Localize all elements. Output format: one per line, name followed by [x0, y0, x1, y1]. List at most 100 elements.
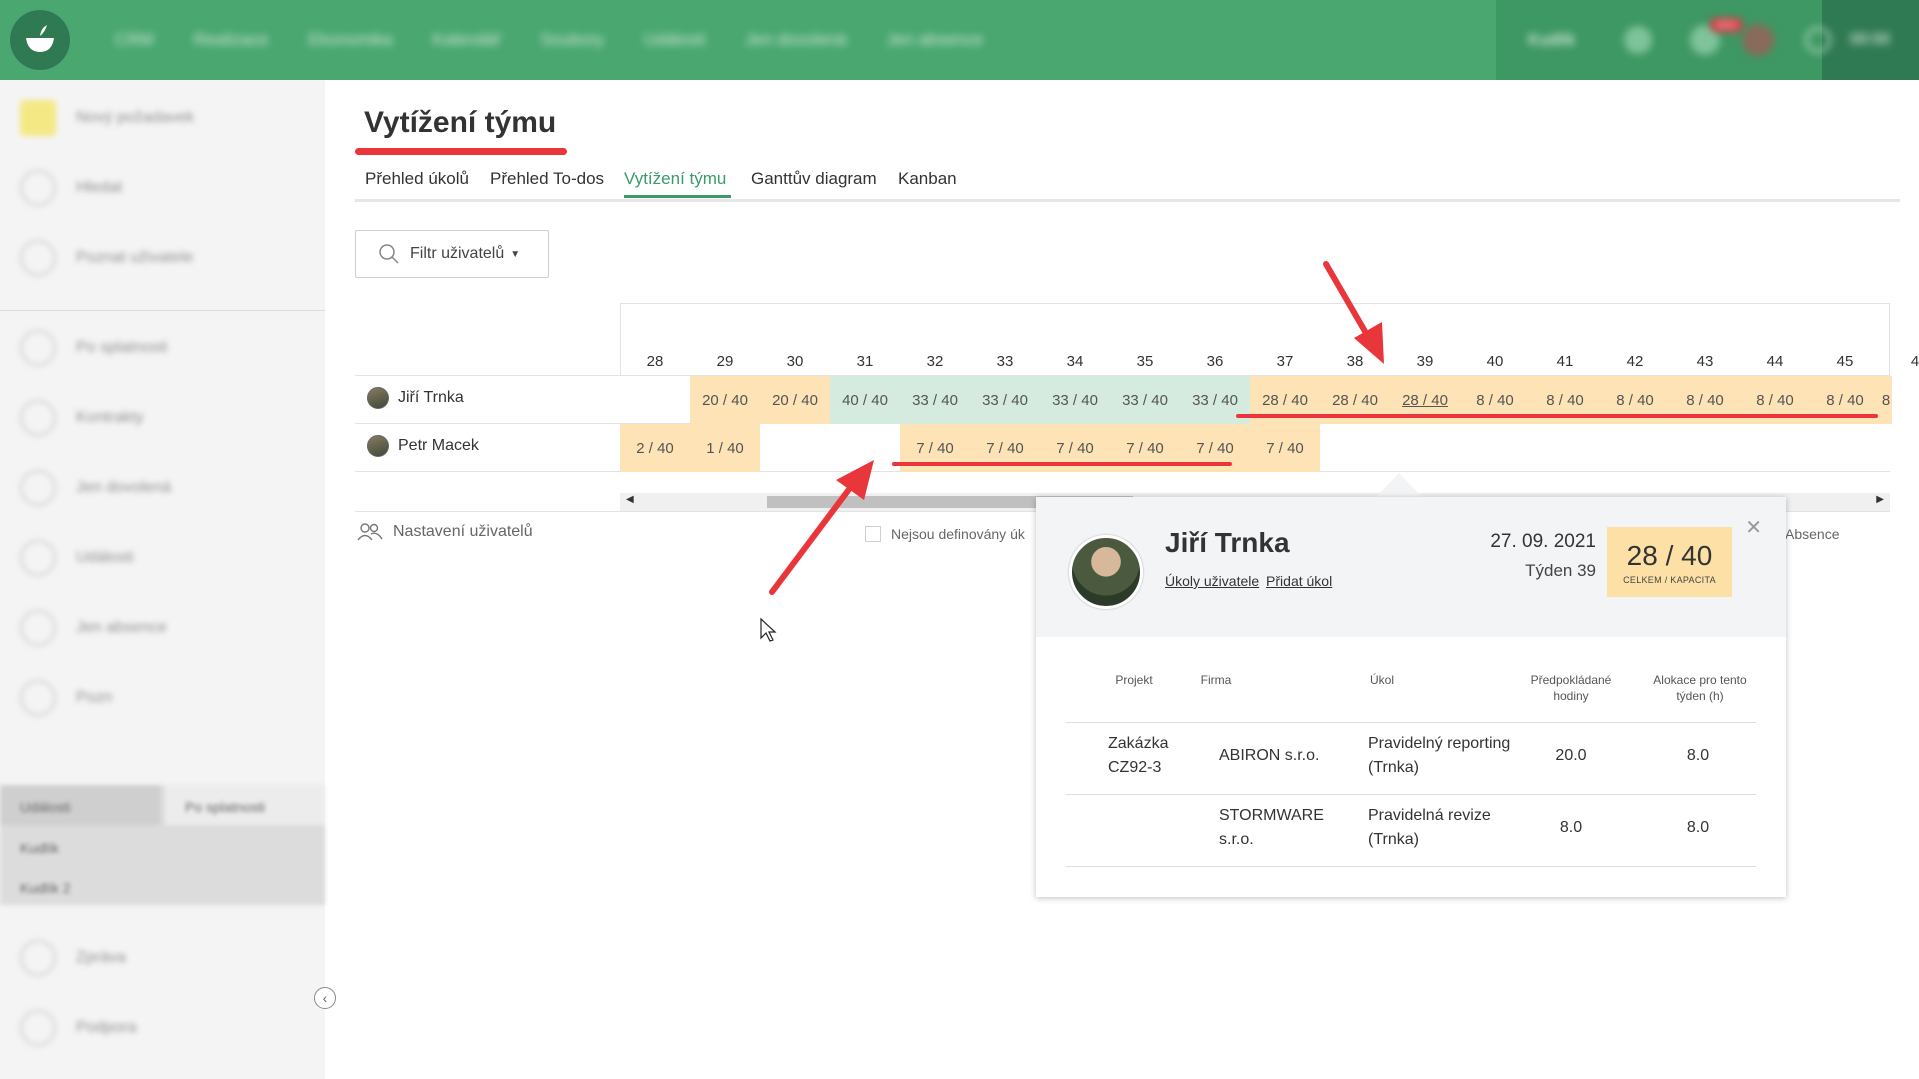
- sidebar-tab-events[interactable]: Události: [0, 785, 160, 825]
- workload-cell[interactable]: 20 / 40: [690, 376, 760, 424]
- workload-cell[interactable]: [1460, 424, 1530, 472]
- notifications-icon[interactable]: NEW: [1690, 0, 1743, 80]
- close-icon[interactable]: ✕: [1745, 515, 1762, 540]
- nav-item-soubory[interactable]: Soubory: [541, 30, 604, 50]
- workload-cell[interactable]: [1390, 424, 1460, 472]
- workload-cell[interactable]: 1 / 40: [690, 424, 760, 472]
- workload-cell[interactable]: 33 / 40: [900, 376, 970, 424]
- collapse-sidebar-button[interactable]: ‹: [314, 987, 336, 1009]
- workload-cell[interactable]: 33 / 40: [1040, 376, 1110, 424]
- nav-item-kalendar[interactable]: Kalendář: [432, 30, 500, 50]
- workload-cell[interactable]: [1320, 424, 1390, 472]
- user-row-petr-macek[interactable]: Petr Macek: [367, 435, 479, 457]
- annotation-underline: [1236, 414, 1878, 418]
- sidebar-item-message[interactable]: Zpráva: [20, 940, 126, 976]
- users-icon: [357, 523, 383, 541]
- user-avatar[interactable]: [1742, 0, 1774, 80]
- timer-icon[interactable]: [1805, 0, 1831, 80]
- workload-cell[interactable]: 40 / 40: [830, 376, 900, 424]
- workload-cell[interactable]: 2 / 40: [620, 424, 690, 472]
- nav-item-absence[interactable]: Jen absence: [886, 30, 982, 50]
- sidebar-item-label: Hledat: [76, 179, 123, 196]
- user-settings-link[interactable]: Nastavení uživatelů: [357, 523, 533, 541]
- company-selector[interactable]: Kudlík: [1528, 0, 1575, 80]
- workload-cell[interactable]: 7 / 40: [1250, 424, 1320, 472]
- workload-cell[interactable]: [830, 424, 900, 472]
- cell-task: Pravidelná revize (Trnka): [1368, 807, 1491, 848]
- week-number: 4: [1910, 353, 1919, 370]
- sidebar-list-item[interactable]: Kudlík: [20, 840, 59, 856]
- main-nav: CRM Realizace Ekonomika Kalendář Soubory…: [115, 0, 983, 80]
- note-icon: [20, 680, 56, 716]
- week-number: 29: [716, 353, 734, 370]
- capacity-badge: 28 / 40 CELKEM / KAPACITA: [1607, 527, 1732, 597]
- workload-cell[interactable]: [620, 376, 690, 424]
- sidebar-item-contracts[interactable]: Kontrakty: [20, 400, 144, 436]
- nav-item-crm[interactable]: CRM: [115, 30, 154, 50]
- week-number: 33: [996, 353, 1014, 370]
- workload-cell[interactable]: [1670, 424, 1740, 472]
- sidebar-item-users[interactable]: Poznat uživatele: [20, 240, 193, 276]
- sidebar-item-vacation[interactable]: Jen dovolená: [20, 470, 171, 506]
- annotation-underline: [355, 148, 567, 155]
- workload-cell[interactable]: [1600, 424, 1670, 472]
- scroll-right-icon[interactable]: ▶: [1876, 494, 1884, 505]
- sidebar-item-notes[interactable]: Pozn: [20, 680, 112, 716]
- sidebar-item-overdue[interactable]: Po splatnosti: [20, 330, 168, 366]
- sidebar-item-new-request[interactable]: Nový požadavek: [20, 100, 194, 136]
- cell-company: STORMWARE s.r.o.: [1219, 807, 1324, 848]
- nav-item-dovolena[interactable]: Jen dovolená: [745, 30, 846, 50]
- workload-cell[interactable]: [1740, 424, 1810, 472]
- sidebar-item-support[interactable]: Podpora: [20, 1010, 137, 1046]
- week-number: 38: [1346, 353, 1364, 370]
- sidebar-item-search[interactable]: Hledat: [20, 170, 122, 206]
- cell-task: Pravidelný reporting (Trnka): [1368, 735, 1511, 776]
- user-row-jiri-trnka[interactable]: Jiří Trnka: [367, 387, 464, 409]
- top-navigation-bar: CRM Realizace Ekonomika Kalendář Soubory…: [0, 0, 1919, 80]
- nav-item-ekonomika[interactable]: Ekonomika: [308, 30, 392, 50]
- sidebar: Nový požadavek Hledat Poznat uživatele P…: [0, 80, 325, 1079]
- tab-team-workload[interactable]: Vytížení týmu: [624, 169, 726, 189]
- workload-cell[interactable]: 8: [1880, 376, 1892, 424]
- column-header: Předpokládané hodiny: [1530, 673, 1612, 703]
- sidebar-item-events[interactable]: Události: [20, 540, 134, 576]
- app-logo[interactable]: [10, 10, 70, 70]
- tab-todos-overview[interactable]: Přehled To-dos: [490, 169, 604, 189]
- checkbox[interactable]: [865, 526, 881, 542]
- workload-cell[interactable]: [1880, 424, 1892, 472]
- nav-item-udalosti[interactable]: Události: [644, 30, 705, 50]
- user-filter-button[interactable]: Filtr uživatelů ▼: [355, 230, 549, 278]
- checkbox-label: Nejsou definovány úk: [891, 526, 1025, 542]
- workload-cell[interactable]: 33 / 40: [970, 376, 1040, 424]
- plus-icon: [20, 100, 56, 136]
- dollar-icon: [20, 400, 56, 436]
- undefined-tasks-checkbox[interactable]: Nejsou definovány úk: [865, 526, 1025, 542]
- week-number: 36: [1206, 353, 1224, 370]
- sidebar-item-absence[interactable]: Jen absence: [20, 610, 167, 646]
- workload-cell[interactable]: [1530, 424, 1600, 472]
- scroll-left-icon[interactable]: ◀: [626, 494, 634, 505]
- workload-cell[interactable]: [1810, 424, 1880, 472]
- tab-gantt[interactable]: Ganttův diagram: [751, 169, 877, 189]
- week-number: 44: [1766, 353, 1784, 370]
- cell-allocation: 8.0: [1686, 747, 1710, 764]
- user-tasks-link[interactable]: Úkoly uživatele: [1165, 573, 1259, 589]
- add-task-link[interactable]: Přidat úkol: [1266, 573, 1332, 589]
- user-filter-label: Filtr uživatelů: [410, 245, 505, 262]
- bowl-logo-icon: [26, 25, 54, 52]
- nav-item-realizace[interactable]: Realizace: [194, 30, 269, 50]
- truck-icon: [20, 330, 56, 366]
- workload-cell[interactable]: 33 / 40: [1110, 376, 1180, 424]
- sidebar-tabs-panel: Události Po splatnosti Kudlík Kudlík 2: [0, 785, 325, 905]
- popover-links: Úkoly uživatele Přidat úkol: [1165, 573, 1332, 589]
- workload-cell[interactable]: 20 / 40: [760, 376, 830, 424]
- sidebar-list-item[interactable]: Kudlík 2: [20, 880, 71, 896]
- workload-cell[interactable]: [760, 424, 830, 472]
- sidebar-tab-overdue[interactable]: Po splatnosti: [165, 785, 325, 825]
- tab-kanban[interactable]: Kanban: [898, 169, 957, 189]
- globe-icon[interactable]: [1624, 0, 1652, 80]
- chat-icon: [20, 940, 56, 976]
- active-tab-indicator: [624, 195, 731, 198]
- tab-task-overview[interactable]: Přehled úkolů: [365, 169, 469, 189]
- search-icon: [379, 244, 399, 264]
